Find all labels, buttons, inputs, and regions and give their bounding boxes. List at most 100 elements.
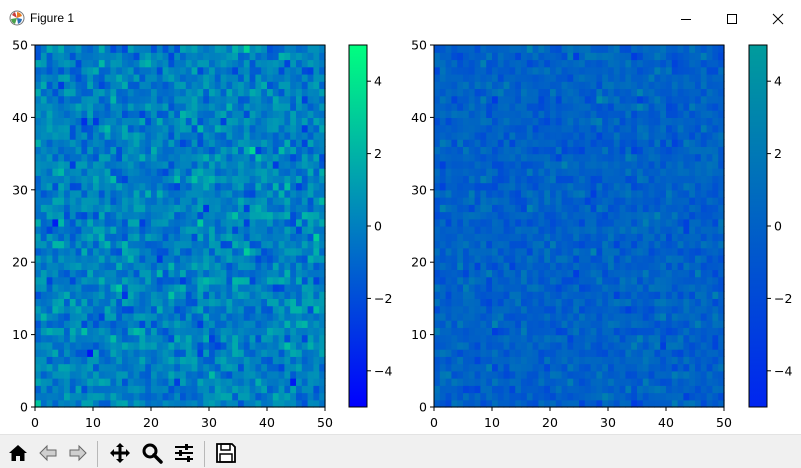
- heatmap-cell: [70, 240, 76, 248]
- heatmap-cell: [64, 277, 70, 285]
- heatmap-cell: [538, 364, 544, 372]
- heatmap-cell: [174, 298, 180, 306]
- maximize-button[interactable]: [709, 6, 755, 32]
- heatmap-cell: [660, 117, 666, 125]
- heatmap-cell: [498, 364, 504, 372]
- heatmap-cell: [168, 298, 174, 306]
- heatmap-cell: [556, 342, 562, 350]
- heatmap-cell: [221, 284, 227, 292]
- heatmap-cell: [302, 277, 308, 285]
- figure-canvas[interactable]: 0102030405001020304050420−2−4 0102030405…: [0, 36, 801, 434]
- heatmap-cell: [70, 183, 76, 191]
- heatmap-cell: [486, 103, 492, 111]
- heatmap-cell: [279, 248, 285, 256]
- x-tick-label: 10: [85, 415, 101, 430]
- heatmap-cell: [47, 378, 53, 386]
- heatmap-cell: [440, 327, 446, 335]
- heatmap-cell: [585, 327, 591, 335]
- heatmap-cell: [562, 327, 568, 335]
- heatmap-cell: [585, 103, 591, 111]
- heatmap-cell: [498, 81, 504, 89]
- heatmap-cell: [47, 59, 53, 67]
- heatmap-cell: [110, 385, 116, 393]
- heatmap-cell: [116, 262, 122, 270]
- heatmap-cell: [267, 233, 273, 241]
- heatmap-cell: [608, 219, 614, 227]
- heatmap-cell: [509, 197, 515, 205]
- heatmap-cell: [151, 103, 157, 111]
- heatmap-cell: [666, 190, 672, 198]
- heatmap-cell: [81, 277, 87, 285]
- heatmap-cell: [469, 88, 475, 96]
- heatmap-cell: [302, 96, 308, 104]
- heatmap-cell: [134, 320, 140, 328]
- heatmap-cell: [128, 197, 134, 205]
- heatmap-cell: [244, 298, 250, 306]
- close-button[interactable]: [755, 6, 801, 32]
- heatmap-cell: [151, 284, 157, 292]
- heatmap-cell: [457, 284, 463, 292]
- heatmap-cell: [232, 161, 238, 169]
- heatmap-cell: [267, 52, 273, 60]
- heatmap-cell: [434, 226, 440, 234]
- heatmap-cell: [313, 342, 319, 350]
- heatmap-cell: [221, 364, 227, 372]
- heatmap-cell: [122, 146, 128, 154]
- heatmap-cell: [302, 371, 308, 379]
- heatmap-cell: [215, 306, 221, 314]
- heatmap-cell: [585, 219, 591, 227]
- heatmap-cell: [110, 240, 116, 248]
- heatmap-cell: [672, 204, 678, 212]
- heatmap-cell: [105, 400, 111, 408]
- heatmap-cell: [567, 204, 573, 212]
- heatmap-cell: [631, 219, 637, 227]
- heatmap-cell: [215, 88, 221, 96]
- heatmap-cell: [226, 125, 232, 133]
- heatmap-cell: [585, 335, 591, 343]
- heatmap-cell: [631, 400, 637, 408]
- heatmap-cell: [451, 342, 457, 350]
- heatmap-cell: [47, 175, 53, 183]
- heatmap-cell: [192, 400, 198, 408]
- heatmap-cell: [244, 262, 250, 270]
- heatmap-cell: [498, 168, 504, 176]
- heatmap-cell: [509, 393, 515, 401]
- heatmap-cell: [509, 81, 515, 89]
- heatmap-cell: [602, 74, 608, 82]
- heatmap-cell: [486, 277, 492, 285]
- minimize-button[interactable]: [663, 6, 709, 32]
- heatmap-cell: [209, 197, 215, 205]
- heatmap-cell: [81, 110, 87, 118]
- heatmap-cell: [128, 59, 134, 67]
- heatmap-cell: [469, 255, 475, 263]
- heatmap-cell: [666, 291, 672, 299]
- heatmap-cell: [81, 219, 87, 227]
- heatmap-cell: [625, 269, 631, 277]
- heatmap-cell: [308, 154, 314, 162]
- heatmap-cell: [492, 378, 498, 386]
- heatmap-cell: [457, 154, 463, 162]
- heatmap-cell: [649, 103, 655, 111]
- heatmap-cell: [35, 385, 41, 393]
- heatmap-cell: [226, 110, 232, 118]
- heatmap-cell: [81, 168, 87, 176]
- heatmap-cell: [463, 298, 469, 306]
- heatmap-cell: [302, 342, 308, 350]
- heatmap-cell: [215, 356, 221, 364]
- heatmap-cell: [180, 255, 186, 263]
- heatmap-cell: [631, 320, 637, 328]
- heatmap-cell: [186, 327, 192, 335]
- heatmap-cell: [105, 81, 111, 89]
- heatmap-cell: [41, 291, 47, 299]
- heatmap-cell: [649, 327, 655, 335]
- heatmap-cell: [139, 197, 145, 205]
- heatmap-cell: [457, 320, 463, 328]
- heatmap-cell: [463, 197, 469, 205]
- heatmap-cell: [457, 74, 463, 82]
- heatmap-cell: [290, 52, 296, 60]
- heatmap-cell: [579, 385, 585, 393]
- heatmap-cell: [81, 74, 87, 82]
- heatmap-cell: [168, 161, 174, 169]
- heatmap-cell: [261, 262, 267, 270]
- heatmap-cell: [527, 161, 533, 169]
